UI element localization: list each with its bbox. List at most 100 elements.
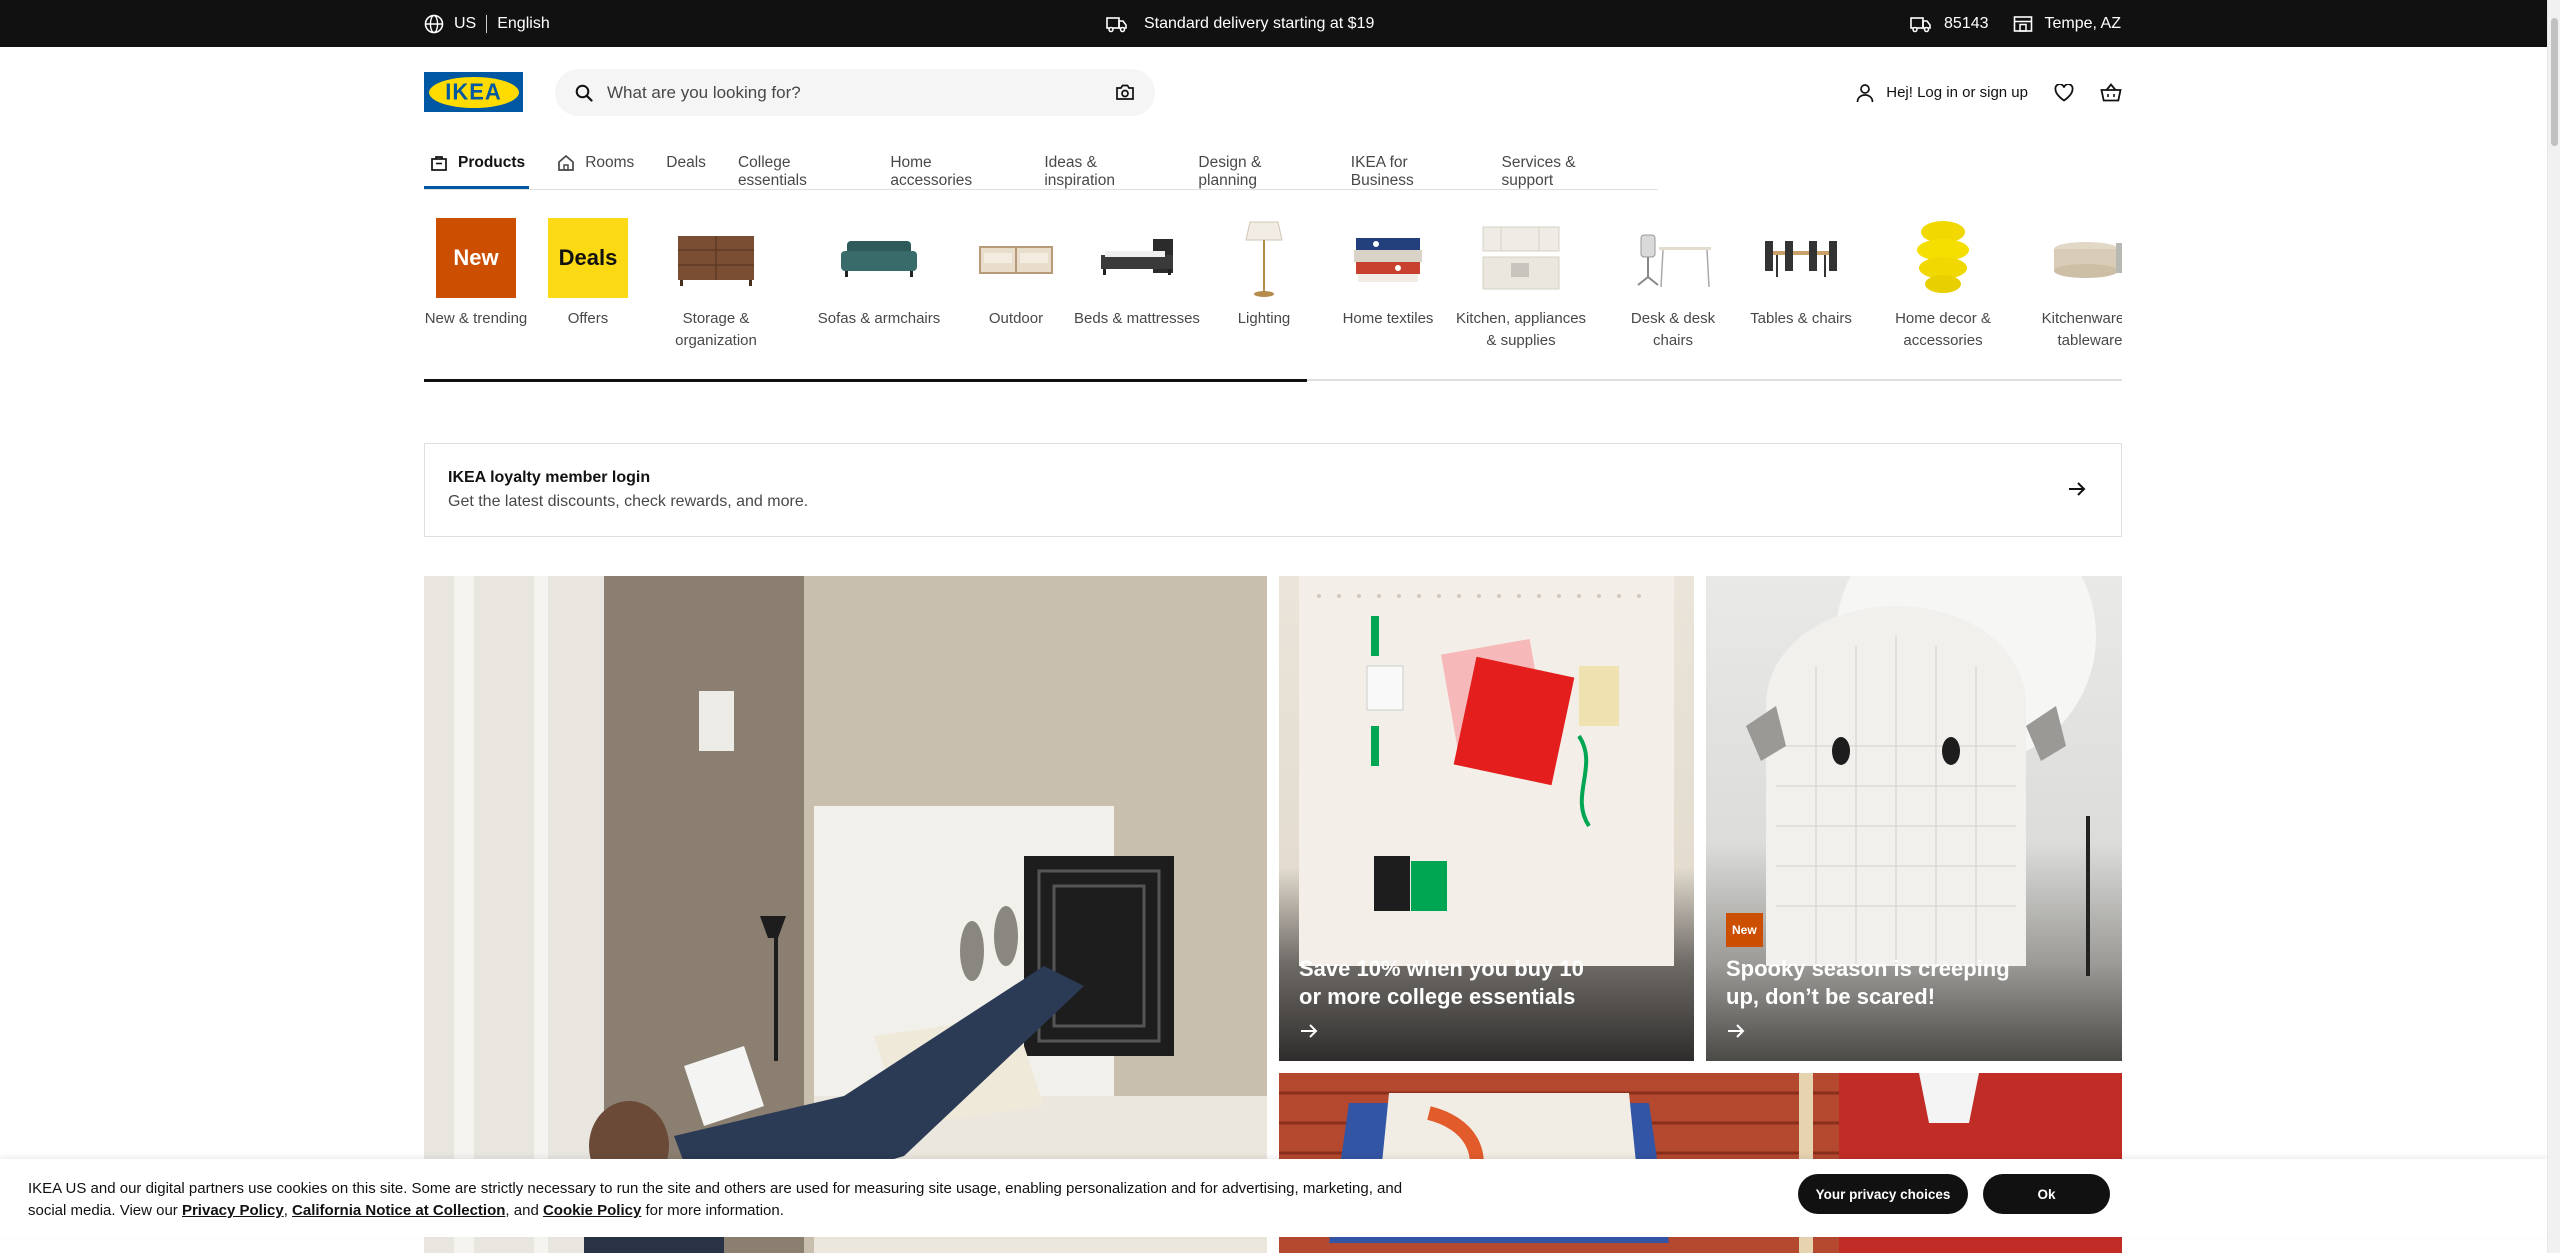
kitchen-image <box>1481 218 1561 298</box>
search-bar[interactable] <box>555 69 1155 116</box>
nav-design-planning-label: Design & planning <box>1198 154 1262 189</box>
yellow-lamp-image <box>1903 218 1983 298</box>
category-new-trending[interactable]: New New & trending <box>424 218 528 330</box>
category-kitchen-appliances[interactable]: Kitchen, appliances & supplies <box>1454 218 1588 352</box>
bed-image <box>1097 218 1177 298</box>
nav-deals[interactable]: Deals <box>666 146 706 189</box>
locale-selector[interactable]: US English <box>424 0 550 47</box>
cookie-policy-link[interactable]: Cookie Policy <box>543 1202 641 1219</box>
cookie-separator: , <box>283 1202 293 1219</box>
category-desk-chairs[interactable]: Desk & desk chairs <box>1610 218 1736 352</box>
spooky-tile-text: Spooky season is creeping up, don’t be s… <box>1726 956 2010 1009</box>
ikea-logo[interactable]: IKEA <box>424 72 523 112</box>
new-badge-text: New <box>453 245 499 270</box>
cookie-separator: , and <box>505 1202 543 1219</box>
deals-badge-text: Deals <box>558 245 618 270</box>
category-lighting[interactable]: Lighting <box>1222 218 1306 330</box>
nav-college-essentials[interactable]: College essentials <box>738 146 858 189</box>
privacy-choices-button[interactable]: Your privacy choices <box>1798 1174 1968 1214</box>
country-label: US <box>454 14 477 32</box>
nav-services-support[interactable]: Services & support <box>1502 146 1627 189</box>
category-sofas-armchairs[interactable]: Sofas & armchairs <box>814 218 944 330</box>
spooky-tile-caption: New Spooky season is creeping up, don’t … <box>1726 913 2026 1047</box>
category-label: Kitchenware & tableware <box>2041 310 2122 349</box>
privacy-policy-link[interactable]: Privacy Policy <box>182 1202 284 1219</box>
page-scrollbar[interactable] <box>2547 0 2560 1253</box>
category-label: Kitchen, appliances & supplies <box>1455 310 1587 349</box>
category-outdoor[interactable]: Outdoor <box>968 218 1064 330</box>
delivery-truck-icon <box>1910 15 1932 33</box>
dining-set-image <box>1761 218 1841 298</box>
nav-rooms-label: Rooms <box>585 154 635 171</box>
arrow-right-icon <box>1726 1019 2026 1047</box>
hero-bedroom-illustration <box>424 576 1267 1253</box>
shopping-basket-icon[interactable] <box>2100 82 2122 103</box>
search-icon <box>575 84 593 102</box>
textiles-stack-image <box>1348 218 1428 298</box>
cookie-text-end: for more information. <box>641 1202 784 1219</box>
nav-products-label: Products <box>458 154 526 171</box>
spooky-season-tile[interactable]: New Spooky season is creeping up, don’t … <box>1706 576 2122 1061</box>
cookie-ok-button[interactable]: Ok <box>1983 1174 2110 1214</box>
login-button[interactable]: Hej! Log in or sign up <box>1856 83 2028 103</box>
search-input[interactable] <box>607 82 1115 103</box>
category-tables-chairs[interactable]: Tables & chairs <box>1750 218 1852 330</box>
category-offers[interactable]: Deals Offers <box>536 218 640 330</box>
delivery-truck-icon <box>1106 15 1128 33</box>
outdoor-sofa-image <box>976 218 1056 298</box>
loyalty-login-banner[interactable]: IKEA loyalty member login Get the latest… <box>424 443 2122 537</box>
zip-code: 85143 <box>1944 14 1989 32</box>
zip-selector[interactable]: 85143 <box>1910 15 1989 33</box>
dresser-image <box>676 218 756 298</box>
nav-rooms[interactable]: Rooms <box>557 146 634 189</box>
nav-ikea-for-business[interactable]: IKEA for Business <box>1351 146 1470 189</box>
arrow-right-icon <box>2067 480 2087 498</box>
carousel-scroll-progress[interactable] <box>424 379 1307 382</box>
store-name: Tempe, AZ <box>2044 14 2121 32</box>
sofa-image <box>839 218 919 298</box>
delivery-promo-text: Standard delivery starting at $19 <box>1144 14 1375 32</box>
arrow-right-icon <box>1299 1019 1599 1047</box>
category-label: Home decor & accessories <box>1895 310 1991 349</box>
category-label: Beds & mattresses <box>1074 310 1200 327</box>
nav-ikea-for-business-label: IKEA for Business <box>1350 154 1414 189</box>
category-label: Offers <box>567 310 609 327</box>
california-notice-link[interactable]: California Notice at Collection <box>292 1202 505 1219</box>
desk-image <box>1633 218 1713 298</box>
login-label: Hej! Log in or sign up <box>1886 84 2028 101</box>
logo-text: IKEA <box>445 78 502 105</box>
category-home-decor[interactable]: Home decor & accessories <box>1884 218 2002 352</box>
category-home-textiles[interactable]: Home textiles <box>1338 218 1438 330</box>
category-label: Sofas & armchairs <box>817 310 941 327</box>
nav-home-accessories[interactable]: Home accessories <box>890 146 1012 189</box>
top-utility-bar: US English Standard delivery starting at… <box>0 0 2547 47</box>
nav-design-planning[interactable]: Design & planning <box>1198 146 1318 189</box>
category-label: Tables & chairs <box>1750 310 1852 327</box>
nav-deals-label: Deals <box>666 154 706 171</box>
header-actions: Hej! Log in or sign up <box>1856 69 2122 116</box>
cookie-message: IKEA US and our digital partners use coo… <box>28 1178 1408 1222</box>
user-icon <box>1856 83 1874 103</box>
category-label: Desk & desk chairs <box>1630 310 1716 349</box>
deals-badge-tile: Deals <box>548 218 628 298</box>
category-beds-mattresses[interactable]: Beds & mattresses <box>1074 218 1200 330</box>
heart-icon[interactable] <box>2054 83 2074 102</box>
nav-ideas-inspiration-label: Ideas & inspiration <box>1044 154 1115 189</box>
camera-icon[interactable] <box>1115 84 1135 101</box>
store-selector[interactable]: Tempe, AZ <box>2013 15 2121 33</box>
delivery-promo[interactable]: Standard delivery starting at $19 <box>1106 0 1374 47</box>
nav-ideas-inspiration[interactable]: Ideas & inspiration <box>1044 146 1166 189</box>
new-badge: New <box>1726 913 1763 947</box>
category-storage-organization[interactable]: Storage & organization <box>654 218 778 352</box>
page-scrollbar-thumb[interactable] <box>2551 18 2558 146</box>
nav-products[interactable]: Products <box>424 146 530 189</box>
college-essentials-tile[interactable]: Save 10% when you buy 10 or more college… <box>1279 576 1694 1061</box>
loyalty-title: IKEA loyalty member login <box>448 469 651 486</box>
category-label: Lighting <box>1237 310 1291 327</box>
hero-bedroom-image[interactable] <box>424 576 1267 1253</box>
category-label: New & trending <box>424 310 528 327</box>
main-navigation: Products Rooms Deals College essentials … <box>424 146 1658 190</box>
carousel-scroll-track[interactable] <box>424 379 2122 382</box>
store-info: 85143 Tempe, AZ <box>1910 0 2121 47</box>
category-kitchenware-tableware[interactable]: Kitchenware & tableware <box>2028 218 2122 352</box>
